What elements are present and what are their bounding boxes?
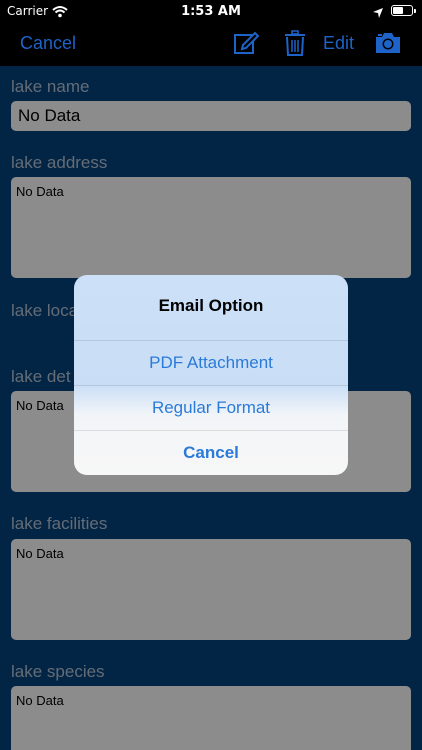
edit-button[interactable]: Edit <box>323 33 354 54</box>
alert-title: Email Option <box>158 296 264 315</box>
clock: 1:53 AM <box>181 4 241 19</box>
status-bar: Carrier 1:53 AM <box>0 0 422 22</box>
trash-icon[interactable] <box>284 30 306 62</box>
email-option-alert: Email Option PDF Attachment Regular Form… <box>74 275 348 475</box>
pdf-attachment-button[interactable]: PDF Attachment <box>74 341 348 385</box>
alert-cancel-button[interactable]: Cancel <box>74 431 348 475</box>
camera-icon[interactable] <box>374 32 402 59</box>
navigation-bar: Cancel Edit <box>0 22 422 66</box>
battery-icon <box>391 5 416 16</box>
compose-icon[interactable] <box>233 30 260 61</box>
location-icon <box>372 4 384 23</box>
cancel-button[interactable]: Cancel <box>20 33 76 54</box>
regular-format-button[interactable]: Regular Format <box>74 386 348 430</box>
